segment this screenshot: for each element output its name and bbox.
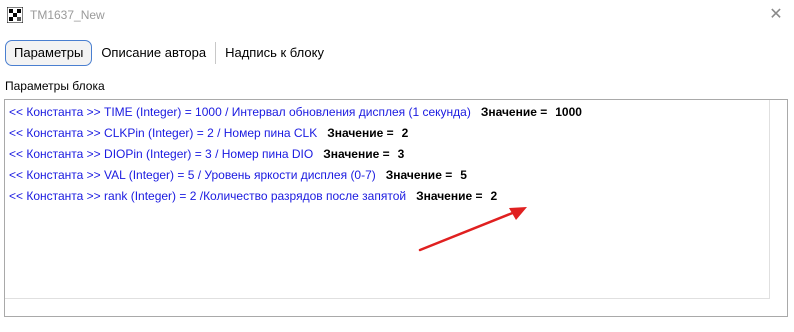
window-title: TM1637_New — [30, 8, 105, 22]
param-description: << Константа >> TIME (Integer) = 1000 / … — [9, 105, 471, 119]
close-icon: ✕ — [769, 6, 783, 23]
annotation-arrow-icon — [418, 207, 527, 252]
param-value-label: Значение = — [385, 168, 453, 182]
param-description: << Константа >> VAL (Integer) = 5 / Уров… — [9, 168, 376, 182]
param-value: 3 — [397, 147, 405, 161]
tab-author-description[interactable]: Описание автора — [92, 41, 215, 65]
param-description: << Константа >> DIOPin (Integer) = 3 / Н… — [9, 147, 314, 161]
tab-bar: Параметры Описание автора Надпись к блок… — [5, 40, 333, 66]
param-description: << Константа >> rank (Integer) = 2 /Коли… — [9, 189, 407, 203]
param-value-label: Значение = — [323, 147, 390, 161]
close-button[interactable]: ✕ — [764, 4, 788, 26]
param-value: 5 — [460, 168, 467, 182]
parameters-list[interactable]: << Константа >> TIME (Integer) = 1000 / … — [4, 99, 788, 317]
param-description: << Константа >> CLKPin (Integer) = 2 / Н… — [9, 126, 318, 140]
block-parameters-label: Параметры блока — [5, 79, 105, 93]
title-bar: TM1637_New ✕ — [0, 0, 794, 30]
param-value: 2 — [401, 126, 409, 140]
tab-block-caption[interactable]: Надпись к блоку — [216, 41, 333, 65]
param-value-label: Значение = — [480, 105, 548, 119]
param-row-time[interactable]: << Константа >> TIME (Integer) = 1000 / … — [9, 102, 582, 123]
tab-parameters[interactable]: Параметры — [5, 40, 93, 66]
param-row-clkpin[interactable]: << Константа >> CLKPin (Integer) = 2 / Н… — [9, 123, 582, 144]
app-icon — [7, 7, 23, 23]
vertical-scrollbar[interactable] — [769, 100, 787, 316]
param-value-label: Значение = — [327, 126, 394, 140]
param-value: 1000 — [555, 105, 582, 119]
param-row-val[interactable]: << Константа >> VAL (Integer) = 5 / Уров… — [9, 165, 582, 186]
param-row-diopin[interactable]: << Константа >> DIOPin (Integer) = 3 / Н… — [9, 144, 582, 165]
horizontal-scrollbar[interactable] — [5, 298, 770, 316]
